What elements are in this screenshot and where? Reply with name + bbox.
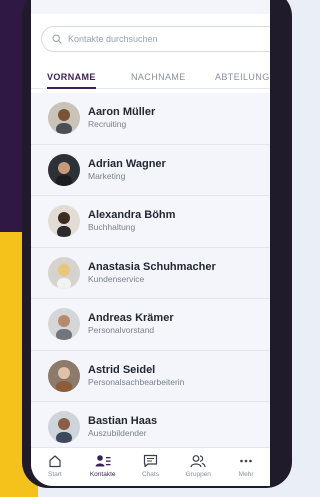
contact-name: Alexandra Böhm	[88, 209, 176, 222]
more-icon	[240, 459, 252, 463]
search-icon	[52, 34, 62, 44]
contact-role: Marketing	[88, 170, 126, 181]
nav-label: Chats	[141, 471, 159, 478]
tab-vorname[interactable]: VORNAME	[47, 72, 96, 89]
search-input[interactable]: Kontakte durchsuchen	[41, 26, 270, 52]
tab-nachname[interactable]: NACHNAME	[131, 72, 186, 89]
contact-role: Personalvorstand	[88, 325, 155, 336]
search-placeholder: Kontakte durchsuchen	[68, 34, 158, 44]
top-bar	[31, 0, 270, 14]
nav-label: Mehr	[238, 471, 254, 478]
groups-icon	[190, 455, 206, 468]
nav-label: Start	[48, 471, 62, 478]
person-photo-icon	[56, 366, 72, 392]
contact-name: Astrid Seidel	[88, 363, 156, 376]
contact-name: Bastian Haas	[88, 415, 158, 428]
contact-role: Recruiting	[88, 119, 127, 130]
person-photo-icon	[56, 315, 72, 341]
contact-name: Aaron Müller	[88, 106, 156, 119]
contact-name: Adrian Wagner	[88, 157, 166, 170]
contact-role: Buchhaltung	[88, 222, 136, 233]
nav-start[interactable]: Start	[31, 448, 78, 486]
avatar	[48, 205, 80, 238]
contacts-icon	[95, 455, 111, 467]
contact-role: Kundenservice	[88, 273, 145, 284]
avatar	[48, 153, 80, 186]
list-item[interactable]: Astrid Seidel Personalsachbearbeiterin	[31, 350, 270, 402]
person-photo-icon	[56, 109, 72, 135]
list-item[interactable]: Bastian Haas Auszubildender	[31, 402, 270, 454]
nav-label: Kontakte	[89, 471, 116, 478]
list-item[interactable]: Aaron Müller Recruiting	[31, 93, 270, 145]
contact-name: Andreas Krämer	[88, 312, 174, 325]
tab-abteilung[interactable]: ABTEILUNG	[215, 72, 270, 89]
avatar	[48, 102, 80, 135]
bottom-navigation: Start Kontakte Chats Gruppen Mehr	[31, 447, 270, 486]
avatar	[48, 256, 80, 289]
list-item[interactable]: Andreas Krämer Personalvorstand	[31, 299, 270, 351]
avatar	[48, 308, 80, 341]
person-photo-icon	[57, 212, 71, 238]
tab-bar: VORNAME NACHNAME ABTEILUNG	[31, 66, 270, 89]
avatar	[48, 411, 80, 444]
contact-role: Auszubildender	[88, 428, 147, 439]
list-item[interactable]: Anastasia Schuhmacher Kundenservice	[31, 247, 270, 299]
avatar	[48, 359, 80, 392]
list-item[interactable]: Alexandra Böhm Buchhaltung	[31, 196, 270, 248]
home-icon	[49, 455, 61, 468]
nav-chats[interactable]: Chats	[127, 448, 174, 486]
contact-name: Anastasia Schuhmacher	[88, 260, 216, 273]
contact-role: Personalsachbearbeiterin	[88, 376, 185, 387]
nav-gruppen[interactable]: Gruppen	[175, 448, 222, 486]
nav-label: Gruppen	[185, 471, 211, 478]
person-photo-icon	[56, 161, 72, 186]
chat-icon	[143, 454, 158, 468]
person-photo-icon	[56, 418, 72, 444]
person-photo-icon	[57, 263, 71, 289]
list-item[interactable]: Adrian Wagner Marketing	[31, 144, 270, 196]
nav-kontakte[interactable]: Kontakte	[79, 448, 126, 486]
nav-mehr[interactable]: Mehr	[223, 448, 270, 486]
app-screen: Kontakte durchsuchen VORNAME NACHNAME AB…	[31, 0, 270, 486]
contact-list: Aaron Müller Recruiting Adrian Wagner Ma…	[31, 93, 270, 454]
